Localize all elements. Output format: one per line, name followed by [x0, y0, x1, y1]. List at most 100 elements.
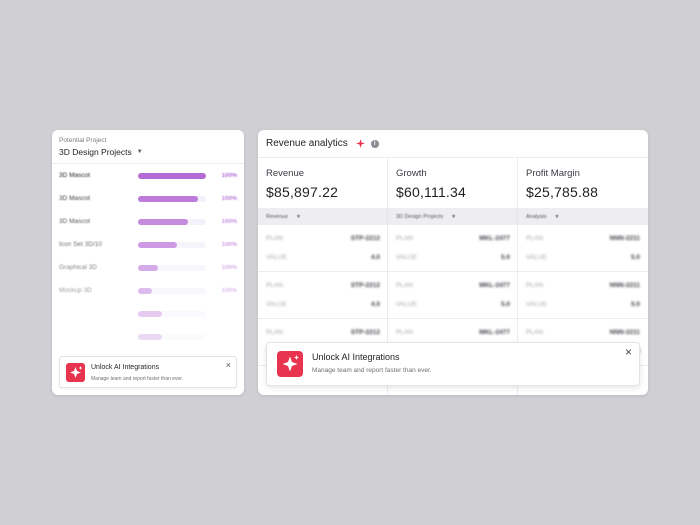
sparkle-icon [277, 351, 303, 377]
metric-value: $85,897.22 [266, 184, 339, 200]
value-value: 4.0 [370, 301, 380, 308]
ai-integrations-promo[interactable]: Unlock AI Integrations Manage team and r… [266, 342, 640, 386]
plan-line: PLAN STP-2212 [266, 282, 380, 289]
potential-project-card: Potential Project 3D Design Projects ▼ 3… [52, 130, 244, 395]
project-row[interactable] [52, 302, 244, 325]
progress-track [138, 310, 206, 317]
plan-line: PLAN MKL-2477 [396, 282, 510, 289]
value-key: VALUE [396, 254, 417, 261]
value-line: VALUE 4.0 [266, 254, 380, 261]
chevron-down-icon: ▼ [554, 213, 560, 220]
plan-value: NNN-2211 [609, 329, 640, 336]
info-icon[interactable]: i [370, 139, 379, 148]
project-card-header: Potential Project 3D Design Projects ▼ [52, 130, 244, 164]
subheader-label: Analysis [526, 213, 547, 220]
subheader-label: 3D Design Projects [396, 213, 444, 220]
value-value: 5.0 [500, 254, 510, 261]
project-row[interactable]: 3D Mascot 100% [52, 187, 244, 210]
value-value: 5.0 [500, 301, 510, 308]
value-key: VALUE [396, 301, 417, 308]
plan-line: PLAN NNN-2211 [526, 329, 640, 336]
progress-fill [138, 333, 162, 340]
project-row[interactable]: Graphical 3D 100% [52, 256, 244, 279]
progress-percent: 100% [221, 172, 237, 179]
plan-value: STP-2212 [350, 282, 380, 289]
progress-track [138, 287, 206, 294]
plan-line: PLAN NNN-2211 [526, 235, 640, 242]
close-icon[interactable]: × [625, 345, 632, 359]
table-row: PLAN NNN-2211 VALUE 5.0 [518, 225, 648, 272]
project-name: 3D Mascot [59, 195, 91, 202]
plan-key: PLAN [526, 282, 543, 289]
metric-value: $25,785.88 [526, 184, 599, 200]
metric-revenue: Revenue $85,897.22 [258, 158, 388, 208]
promo-description: Manage team and report faster than ever. [312, 367, 432, 374]
progress-fill [138, 172, 206, 179]
metric-value: $60,111.34 [396, 184, 466, 200]
metric-growth: Growth $60,111.34 [388, 158, 518, 208]
progress-track [138, 195, 206, 202]
value-value: 4.0 [370, 254, 380, 261]
progress-track [138, 218, 206, 225]
metric-profit-margin: Profit Margin $25,785.88 [518, 158, 648, 208]
revenue-card-header: Revenue analytics i [258, 130, 648, 158]
plan-key: PLAN [266, 282, 283, 289]
chevron-down-icon: ▼ [451, 213, 457, 220]
chevron-down-icon: ▼ [136, 149, 143, 155]
plan-key: PLAN [396, 235, 413, 242]
plan-line: PLAN STP-2212 [266, 329, 380, 336]
plan-value: STP-2212 [350, 329, 380, 336]
value-line: VALUE 5.0 [526, 301, 640, 308]
plan-key: PLAN [266, 235, 283, 242]
project-row[interactable] [52, 325, 244, 348]
project-name: Mockup 3D [59, 287, 92, 294]
progress-fill [138, 264, 159, 271]
metric-label: Profit Margin [526, 168, 580, 179]
revenue-title: Revenue analytics [266, 138, 348, 149]
table-row: PLAN MKL-2477 VALUE 5.0 [388, 225, 518, 272]
project-name: Icon Set 3D/10 [59, 241, 102, 248]
close-icon[interactable]: × [226, 360, 231, 370]
progress-percent: 100% [221, 218, 237, 225]
progress-percent: 100% [221, 264, 237, 271]
plan-value: STP-2212 [350, 235, 380, 242]
plan-key: PLAN [526, 235, 543, 242]
plan-value: MKL-2477 [479, 282, 510, 289]
value-key: VALUE [526, 254, 547, 261]
plan-value: NNN-2211 [609, 282, 640, 289]
plan-key: PLAN [396, 282, 413, 289]
project-row[interactable]: 3D Mascot 100% [52, 164, 244, 187]
progress-fill [138, 287, 152, 294]
table-row: PLAN STP-2212 VALUE 4.0 [258, 225, 388, 272]
project-row[interactable]: Mockup 3D 100% [52, 279, 244, 302]
progress-fill [138, 218, 189, 225]
value-key: VALUE [266, 301, 287, 308]
project-row[interactable]: 3D Mascot 100% [52, 210, 244, 233]
project-name: Graphical 3D [59, 264, 97, 271]
table-row: PLAN NNN-2211 VALUE 5.0 [518, 272, 648, 319]
subheader-label: Revenue [266, 213, 289, 220]
progress-track [138, 333, 206, 340]
value-line: VALUE 4.0 [266, 301, 380, 308]
progress-fill [138, 310, 162, 317]
subheader-dropdown[interactable]: Analysis ▼ [518, 208, 648, 225]
table-row: PLAN MKL-2477 VALUE 5.0 [388, 272, 518, 319]
progress-percent: 100% [221, 241, 237, 248]
progress-track [138, 172, 206, 179]
ai-integrations-promo[interactable]: Unlock AI Integrations Manage team and r… [59, 356, 237, 388]
subheader-dropdown[interactable]: 3D Design Projects ▼ [388, 208, 518, 225]
chevron-down-icon: ▼ [296, 213, 301, 220]
column-subheaders: Revenue ▼ 3D Design Projects ▼ Analysis … [258, 208, 648, 225]
project-name: 3D Mascot [59, 172, 91, 179]
progress-percent: 100% [221, 195, 237, 202]
project-select[interactable]: 3D Design Projects ▼ [59, 147, 237, 157]
project-row[interactable]: Icon Set 3D/10 100% [52, 233, 244, 256]
plan-value: MKL-2477 [479, 329, 510, 336]
subheader-dropdown[interactable]: Revenue ▼ [258, 208, 388, 225]
sparkle-icon [355, 139, 365, 148]
value-key: VALUE [526, 301, 547, 308]
plan-key: PLAN [396, 329, 413, 336]
plan-line: PLAN NNN-2211 [526, 282, 640, 289]
promo-description: Manage team and report faster than ever. [91, 376, 183, 382]
project-select-value: 3D Design Projects [59, 147, 132, 157]
